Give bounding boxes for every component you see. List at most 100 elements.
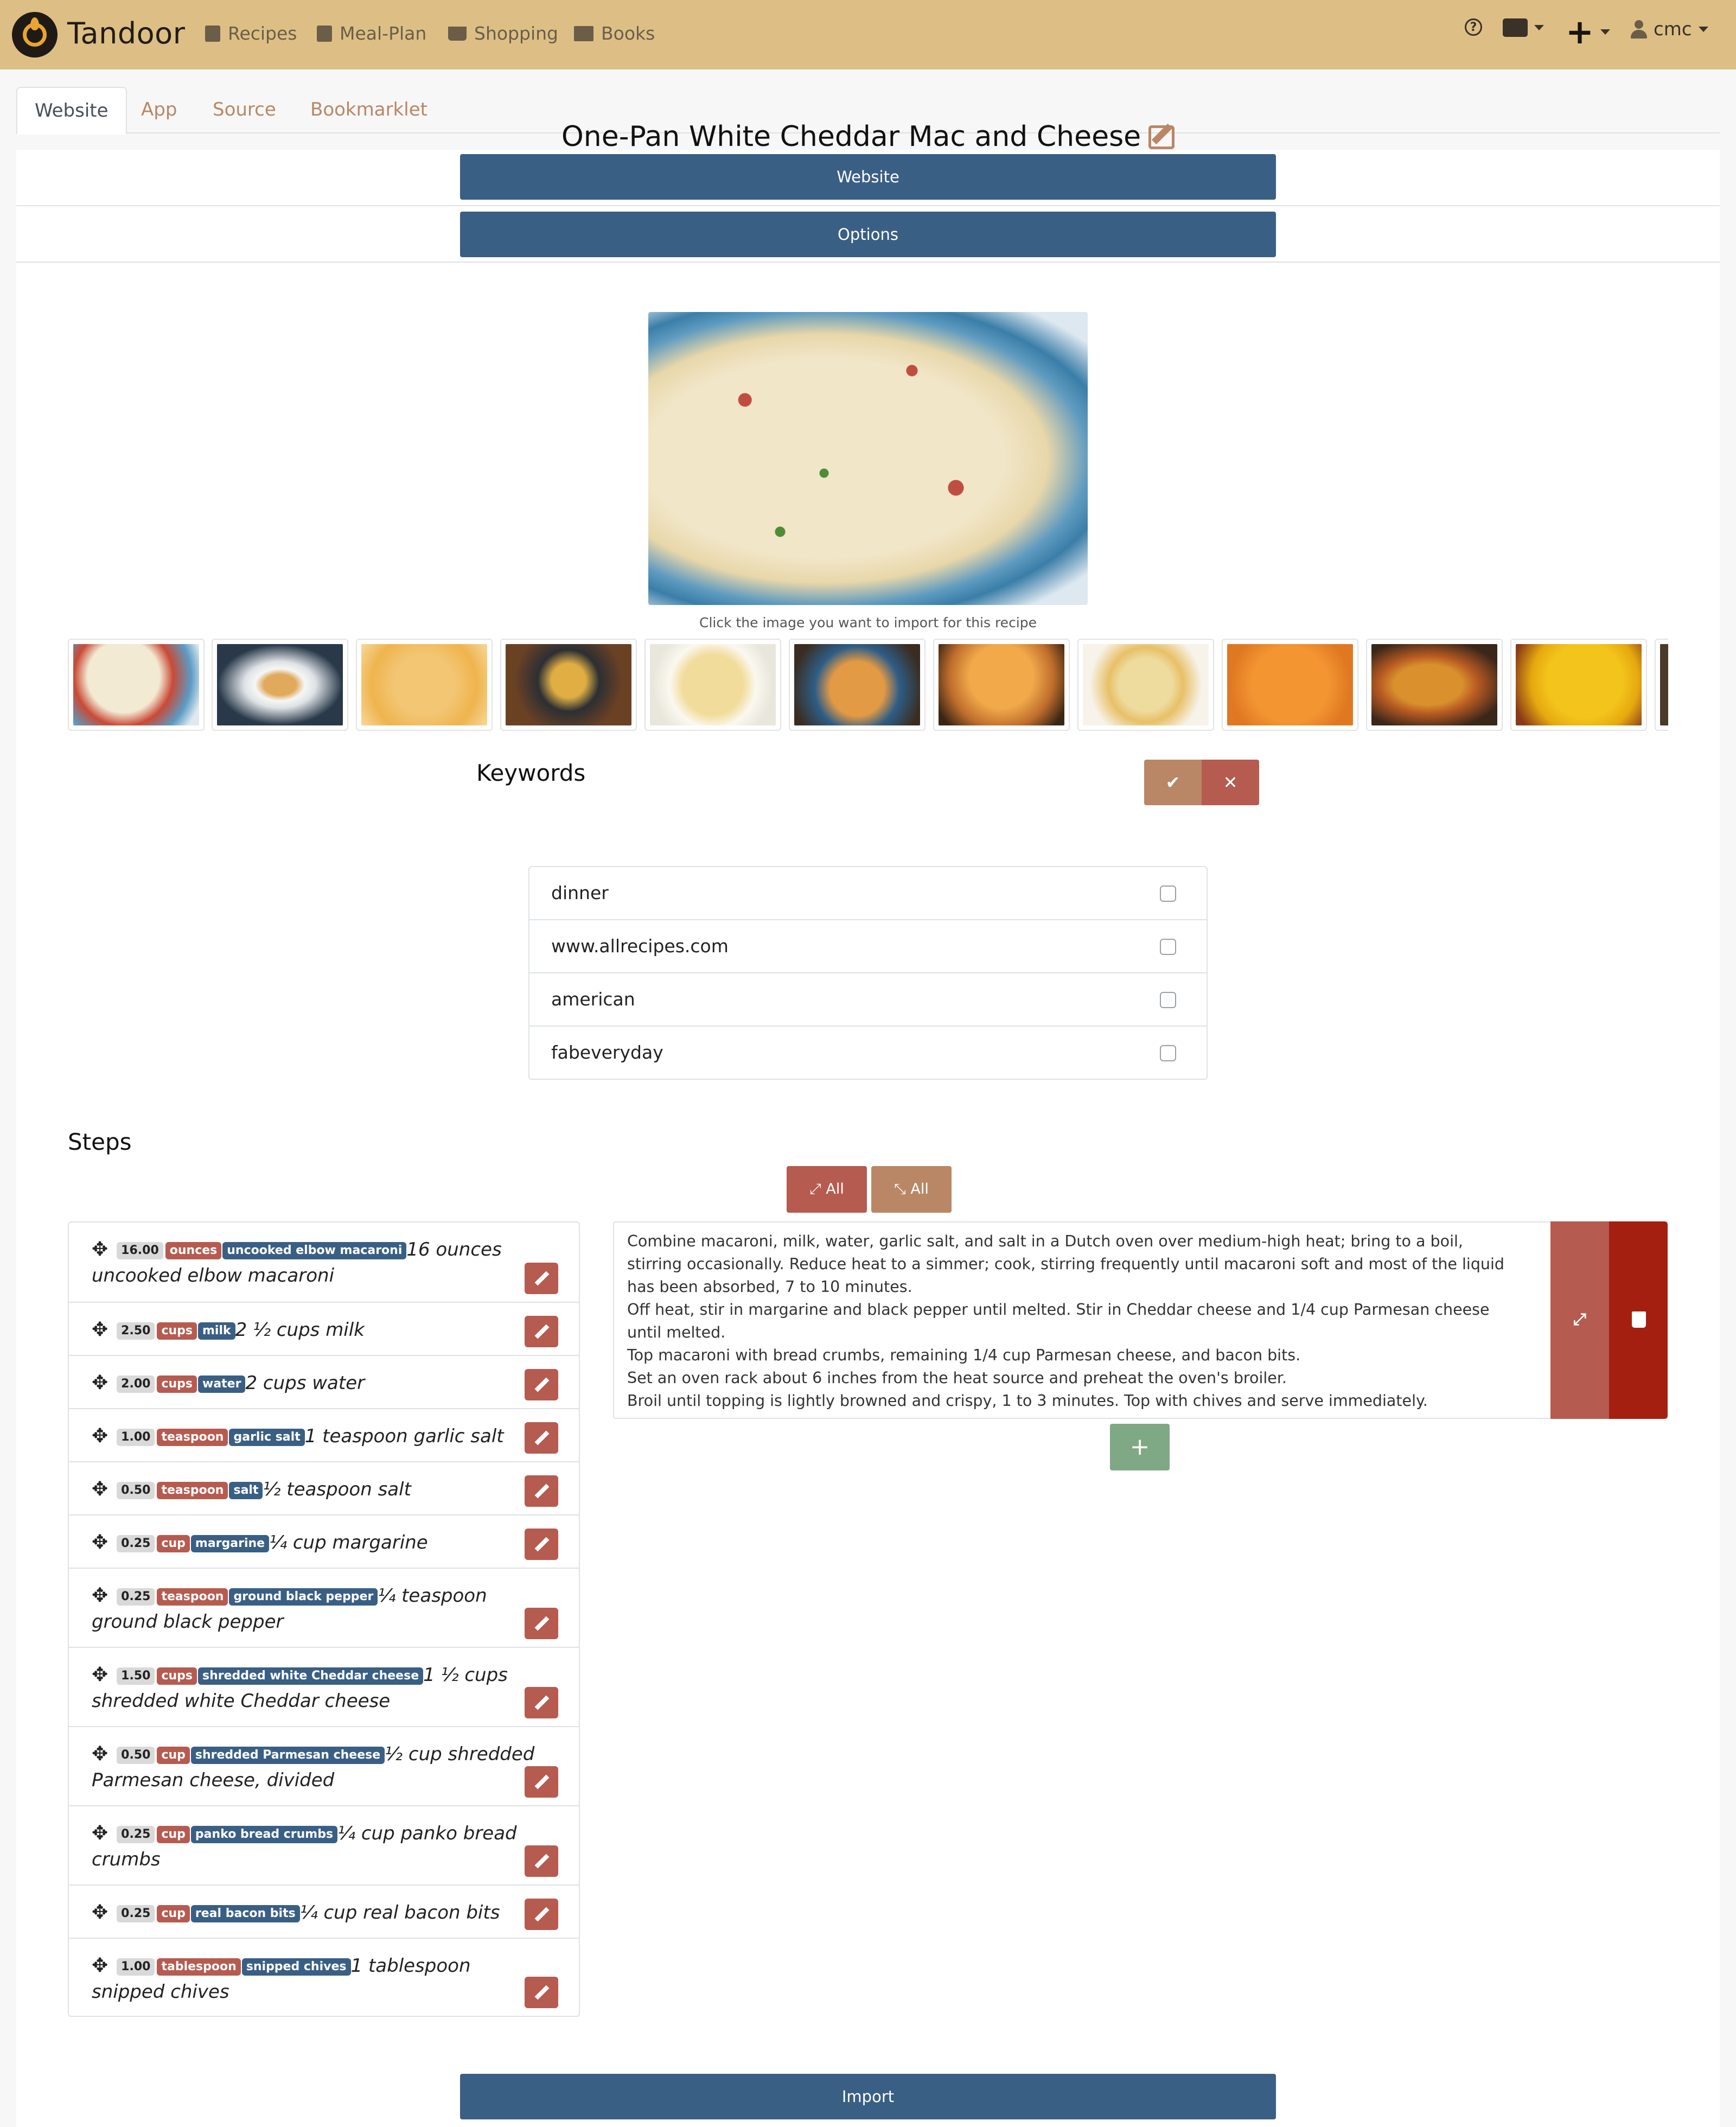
amount-badge: 0.50 (117, 1482, 155, 1499)
thumbnail-image[interactable] (68, 639, 205, 731)
nav-recipes[interactable]: Recipes (205, 23, 297, 44)
move-icon[interactable]: ✥ (92, 1953, 108, 1979)
tools-dropdown[interactable] (1503, 18, 1544, 37)
move-icon[interactable]: ✥ (92, 1476, 108, 1502)
ingredient-row[interactable]: ✥ 0.25 teaspoon ground black pepper ¼ teaspo… (69, 1569, 579, 1648)
keyword-checkbox[interactable] (1160, 992, 1176, 1008)
edit-ingredient-button[interactable] (525, 1899, 558, 1930)
thumbnail-image[interactable] (1077, 639, 1214, 731)
options-toggle-button[interactable]: Options (460, 212, 1276, 257)
edit-ingredient-button[interactable] (525, 1475, 558, 1507)
thumbnail-image[interactable] (1655, 639, 1668, 731)
edit-ingredient-button[interactable] (525, 1316, 558, 1347)
ingredient-row[interactable]: ✥ 1.00 teaspoon garlic salt 1 teaspoon garli… (69, 1409, 579, 1462)
select-all-keywords-button[interactable]: ✔ (1144, 760, 1202, 805)
add-dropdown[interactable]: + (1566, 12, 1610, 52)
help-button[interactable]: ? (1465, 18, 1482, 36)
expand-all-button[interactable]: ⤢ All (787, 1166, 867, 1213)
food-badge: salt (229, 1482, 263, 1499)
ingredient-row[interactable]: ✥ 0.25 cup real bacon bits ¼ cup real bacon … (69, 1886, 579, 1939)
thumbnail-image[interactable] (1222, 639, 1358, 731)
edit-ingredient-button[interactable] (525, 1263, 558, 1294)
ingredient-row[interactable]: ✥ 16.00 ounces uncooked elbow macaroni 16 ou… (69, 1222, 579, 1303)
ingredient-row[interactable]: ✥ 1.50 cups shredded white Cheddar cheese 1 … (69, 1648, 579, 1727)
delete-step-button[interactable] (1609, 1221, 1668, 1419)
keyword-label: www.allrecipes.com (551, 935, 729, 957)
edit-ingredient-button[interactable] (525, 1687, 558, 1718)
edit-ingredient-button[interactable] (525, 1422, 558, 1454)
ingredient-row[interactable]: ✥ 2.50 cups milk 2 ½ cups milk (69, 1303, 579, 1356)
collapse-all-button[interactable]: ⤡ All (871, 1166, 952, 1213)
selected-recipe-image[interactable] (648, 312, 1088, 605)
brand-name[interactable]: Tandoor (67, 16, 185, 50)
add-step-button[interactable]: + (1110, 1424, 1170, 1470)
move-icon[interactable]: ✥ (92, 1820, 108, 1846)
move-icon[interactable]: ✥ (92, 1900, 108, 1926)
edit-ingredient-button[interactable] (525, 1977, 558, 2008)
move-icon[interactable]: ✥ (92, 1741, 108, 1767)
ingredient-row[interactable]: ✥ 0.25 cup panko bread crumbs ¼ cup panko br… (69, 1806, 579, 1886)
move-icon[interactable]: ✥ (92, 1662, 108, 1688)
ingredient-row[interactable]: ✥ 0.50 teaspoon salt ½ teaspoon salt (69, 1462, 579, 1515)
ingredient-row[interactable]: ✥ 0.25 cup margarine ¼ cup margarine (69, 1515, 579, 1569)
unit-badge: teaspoon (157, 1482, 228, 1499)
plus-icon: + (1566, 12, 1594, 52)
keyword-checkbox[interactable] (1160, 939, 1176, 955)
food-badge: snipped chives (241, 1958, 351, 1976)
keywords-list: dinner www.allrecipes.com american fabev… (528, 866, 1208, 1080)
thumbnail-image[interactable] (1510, 639, 1647, 731)
thumbnail-image[interactable] (1366, 639, 1503, 731)
expand-step-button[interactable]: ⤢ (1550, 1221, 1609, 1419)
edit-ingredient-button[interactable] (525, 1529, 558, 1560)
amount-badge: 1.00 (117, 1958, 155, 1976)
unit-badge: cup (157, 1826, 190, 1843)
expand-all-label: All (826, 1181, 844, 1198)
nav-shopping[interactable]: Shopping (448, 23, 558, 44)
deselect-all-keywords-button[interactable]: ✕ (1202, 760, 1259, 805)
edit-ingredient-button[interactable] (525, 1766, 558, 1798)
move-icon[interactable]: ✥ (92, 1423, 108, 1449)
move-icon[interactable]: ✥ (92, 1237, 108, 1263)
keyword-item[interactable]: www.allrecipes.com (529, 920, 1207, 973)
tandoor-logo-icon[interactable] (12, 12, 58, 58)
ingredient-text: 2 cups water (245, 1372, 365, 1394)
user-dropdown[interactable]: cmc (1631, 18, 1708, 40)
thumbnail-image[interactable] (356, 639, 493, 731)
keywords-heading: Keywords (476, 760, 586, 786)
instruction-box[interactable]: Combine macaroni, milk, water, garlic sa… (613, 1221, 1668, 1419)
food-badge: margarine (190, 1535, 270, 1552)
move-icon[interactable]: ✥ (92, 1317, 108, 1343)
chevron-down-icon (1534, 25, 1544, 30)
thumbnail-image[interactable] (212, 639, 348, 731)
unit-badge: ounces (165, 1242, 222, 1259)
instruction-text: Combine macaroni, milk, water, garlic sa… (627, 1230, 1517, 1412)
nav-books[interactable]: Books (574, 23, 655, 44)
keyword-checkbox[interactable] (1160, 886, 1176, 902)
nav-meal-plan[interactable]: Meal-Plan (317, 23, 426, 44)
move-icon[interactable]: ✥ (92, 1370, 108, 1396)
import-button[interactable]: Import (460, 2074, 1276, 2119)
top-navbar: Tandoor Recipes Meal-Plan Shopping Books… (0, 0, 1736, 69)
edit-ingredient-button[interactable] (525, 1845, 558, 1877)
website-toggle-button[interactable]: Website (460, 154, 1276, 200)
image-thumbnail-strip (68, 639, 1668, 731)
thumbnail-image[interactable] (933, 639, 1070, 731)
ingredient-row[interactable]: ✥ 1.00 tablespoon snipped chives 1 tablespoo… (69, 1939, 579, 2017)
keyword-item[interactable]: dinner (529, 867, 1207, 920)
keyword-item[interactable]: fabeveryday (529, 1027, 1207, 1080)
edit-ingredient-button[interactable] (525, 1608, 558, 1639)
ingredient-row[interactable]: ✥ 2.00 cups water 2 cups water (69, 1356, 579, 1409)
thumbnail-image[interactable] (789, 639, 926, 731)
keyword-item[interactable]: american (529, 973, 1207, 1027)
keyword-checkbox[interactable] (1160, 1045, 1176, 1061)
edit-title-icon[interactable] (1148, 125, 1175, 149)
edit-ingredient-button[interactable] (525, 1369, 558, 1400)
move-icon[interactable]: ✥ (92, 1530, 108, 1556)
thumbnail-image[interactable] (500, 639, 637, 731)
move-icon[interactable]: ✥ (92, 1583, 108, 1609)
ingredient-text: ¼ cup margarine (269, 1532, 428, 1553)
ingredient-row[interactable]: ✥ 0.50 cup shredded Parmesan cheese ½ cup sh… (69, 1727, 579, 1806)
double-check-icon: ✔ (1165, 772, 1180, 793)
thumbnail-image[interactable] (644, 639, 781, 731)
user-name: cmc (1654, 18, 1692, 40)
